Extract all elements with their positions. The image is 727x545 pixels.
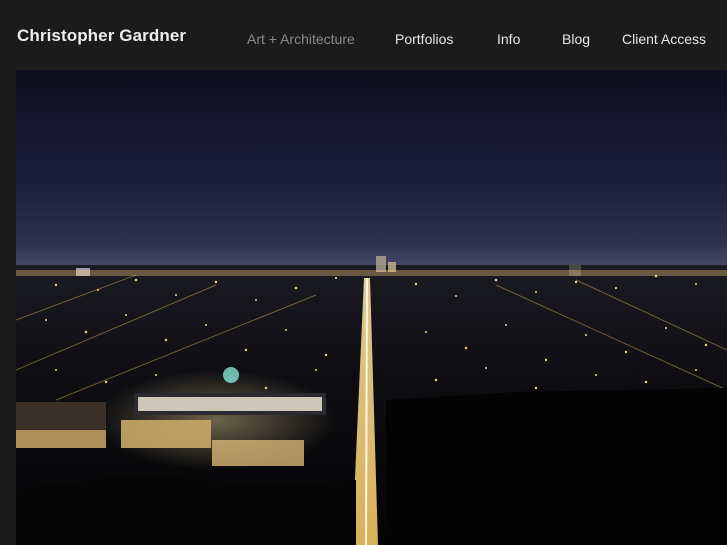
nav-blog[interactable]: Blog [562, 31, 590, 47]
city-night-image [16, 70, 727, 545]
featured-photo[interactable] [16, 70, 727, 545]
nav-client-access[interactable]: Client Access [622, 31, 706, 47]
foreground-trees-left [16, 475, 356, 545]
site-header: Christopher Gardner Art + Architecture P… [0, 0, 727, 70]
sky [16, 70, 727, 270]
foreground-trees-right [386, 388, 727, 545]
nav-art-architecture[interactable]: Art + Architecture [247, 31, 355, 47]
nav-info[interactable]: Info [497, 31, 520, 47]
nav-portfolios[interactable]: Portfolios [395, 31, 453, 47]
site-title[interactable]: Christopher Gardner [17, 26, 186, 46]
